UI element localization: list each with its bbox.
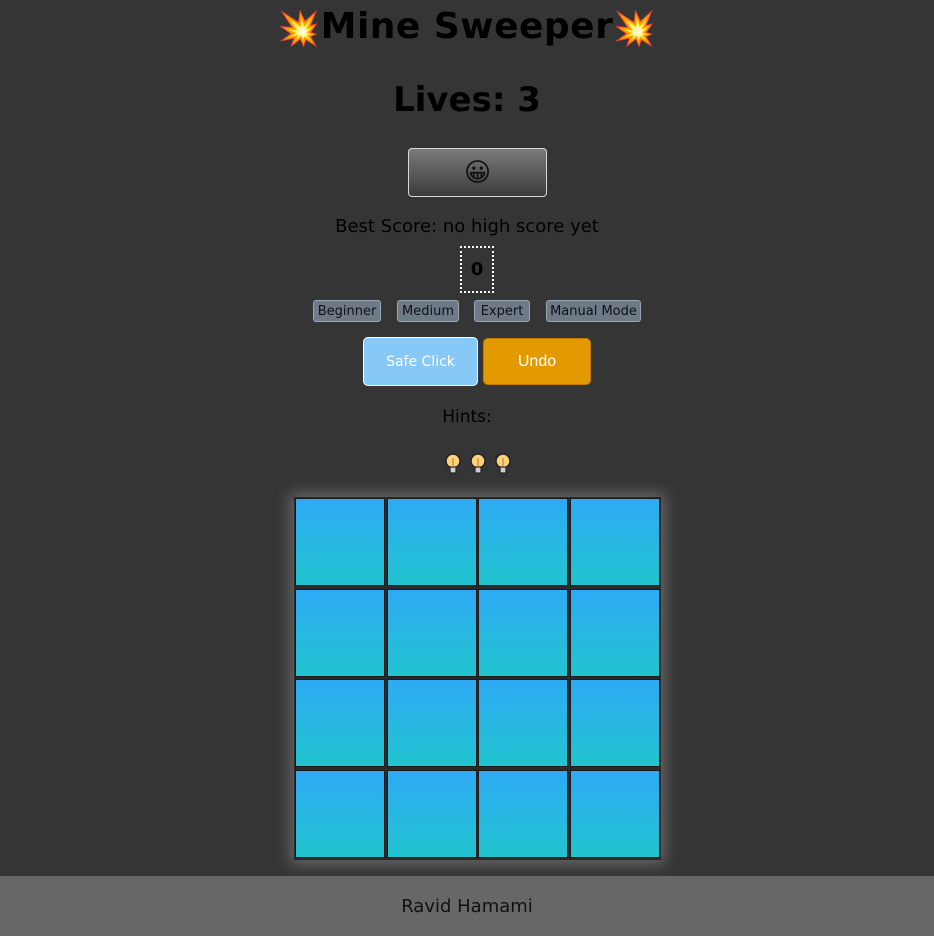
board-cell[interactable] — [478, 589, 568, 677]
game-page: 💥Mine Sweeper💥 Lives: 3 😀 Best Score: no… — [0, 0, 934, 936]
game-board — [294, 497, 661, 860]
restart-smiley-button[interactable]: 😀 — [408, 148, 547, 197]
level-expert-button[interactable]: Expert — [474, 300, 530, 322]
smiley-icon: 😀 — [463, 157, 492, 188]
board-cell[interactable] — [387, 770, 477, 858]
author-name: Ravid Hamami — [401, 895, 533, 917]
board-cell[interactable] — [570, 679, 660, 767]
board-cell[interactable] — [295, 679, 385, 767]
lives-counter: Lives: 3 — [393, 80, 541, 120]
board-cell[interactable] — [570, 498, 660, 586]
title-text: Mine Sweeper — [320, 6, 614, 47]
explosion-icon: 💥 — [613, 9, 657, 49]
lightbulb-icon[interactable] — [468, 452, 488, 476]
page-title: 💥Mine Sweeper💥 — [0, 6, 934, 49]
board-cell[interactable] — [387, 498, 477, 586]
board-cell[interactable] — [387, 679, 477, 767]
hints-label: Hints: — [442, 407, 492, 427]
best-score-text: Best Score: no high score yet — [335, 216, 599, 237]
timer-display: 0 — [460, 246, 494, 293]
footer: Ravid Hamami — [0, 876, 934, 936]
board-cell[interactable] — [570, 770, 660, 858]
explosion-icon: 💥 — [277, 9, 321, 49]
manual-mode-button[interactable]: Manual Mode — [546, 300, 641, 322]
board-cell[interactable] — [478, 770, 568, 858]
board-cell[interactable] — [295, 589, 385, 677]
lightbulb-icon[interactable] — [493, 452, 513, 476]
level-beginner-button[interactable]: Beginner — [313, 300, 381, 322]
board-cell[interactable] — [478, 679, 568, 767]
hints-row — [443, 452, 513, 476]
board-cell[interactable] — [295, 770, 385, 858]
lightbulb-icon[interactable] — [443, 452, 463, 476]
undo-button[interactable]: Undo — [483, 338, 591, 385]
board-cell[interactable] — [295, 498, 385, 586]
board-cell[interactable] — [570, 589, 660, 677]
board-cell[interactable] — [387, 589, 477, 677]
level-medium-button[interactable]: Medium — [397, 300, 459, 322]
safe-click-button[interactable]: Safe Click — [363, 337, 478, 386]
board-cell[interactable] — [478, 498, 568, 586]
